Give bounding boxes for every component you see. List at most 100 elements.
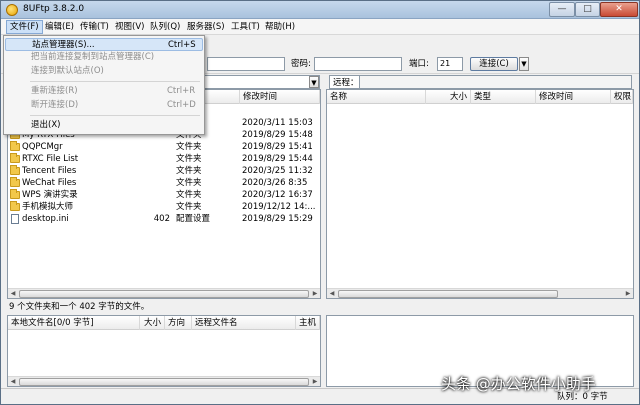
column-header-modified[interactable]: 修改时间 [536,90,611,104]
column-header-direction[interactable]: 方向 [165,316,192,330]
file-menu-dropdown: 站点管理器(S)... Ctrl+S 把当前连接复制到站点管理器(C) 连接到默… [3,35,205,135]
column-header-remote-filename[interactable]: 远程文件名 [192,316,296,330]
scroll-thumb[interactable] [19,378,309,386]
menu-transfer[interactable]: 传输(T) [77,21,112,33]
remote-horizontal-scrollbar[interactable]: ◀ ▶ [327,288,633,298]
menu-help[interactable]: 帮助(H) [262,21,298,33]
column-header-size[interactable]: 大小 [426,90,471,104]
file-type: 文件夹 [176,178,202,188]
file-modified: 2019/8/29 15:48 [242,130,313,140]
menu-item-label: 把当前连接复制到站点管理器(C) [31,52,155,62]
menu-item-shortcut: Ctrl+R [167,86,196,96]
remote-path-combo[interactable] [359,75,632,89]
app-window: 8UFtp 3.8.2.0 — □ ✕ 文件(F) 编辑(E) 传输(T) 视图… [0,0,640,405]
remote-path-label: 远程： [329,75,363,89]
file-icon [11,214,19,224]
menu-item-site-manager[interactable]: 站点管理器(S)... Ctrl+S [5,38,203,51]
queue-list[interactable]: 本地文件名[0/0 字节] 大小 方向 远程文件名 主机 ◀ ▶ [7,315,321,387]
close-button[interactable]: ✕ [600,2,638,17]
file-modified: 2020/3/25 11:32 [242,166,313,176]
folder-icon [10,141,20,151]
file-type: 文件夹 [176,154,202,164]
menu-item-connect-default[interactable]: 连接到默认站点(O) [5,65,203,78]
menu-item-disconnect[interactable]: 断开连接(D) Ctrl+D [5,99,203,112]
file-row[interactable]: QQPCMgr 文件夹 2019/8/29 15:41 [8,141,320,153]
password-label: 密码: [291,59,311,69]
folder-icon [10,201,20,211]
connect-button[interactable]: 连接(C) [470,57,518,71]
file-modified: 2020/3/26 8:35 [242,178,308,188]
port-label: 端口: [409,59,429,69]
folder-icon [10,153,20,163]
file-type: 文件夹 [176,190,202,200]
menu-bar: 文件(F) 编辑(E) 传输(T) 视图(V) 队列(Q) 服务器(S) 工具(… [1,19,639,35]
minimize-button[interactable]: — [549,2,575,17]
file-modified: 2019/12/12 14:... [242,202,316,212]
menu-separator [30,115,200,116]
title-bar: 8UFtp 3.8.2.0 — □ ✕ [1,1,639,19]
scroll-right-icon[interactable]: ▶ [310,289,320,298]
column-header-modified[interactable]: 修改时间 [240,90,320,104]
file-row[interactable]: Tencent Files 文件夹 2020/3/25 11:32 [8,165,320,177]
scroll-left-icon[interactable]: ◀ [8,289,18,298]
remote-file-list[interactable]: 名称 大小 类型 修改时间 权限 ◀ ▶ [326,89,634,299]
scroll-right-icon[interactable]: ▶ [623,289,633,298]
scroll-thumb[interactable] [19,290,309,298]
menu-queue[interactable]: 队列(Q) [147,21,183,33]
menu-item-label: 连接到默认站点(O) [31,66,104,76]
local-horizontal-scrollbar[interactable]: ◀ ▶ [8,288,320,298]
file-row[interactable]: 手机模拟大师 文件夹 2019/12/12 14:... [8,201,320,213]
menu-item-shortcut: Ctrl+D [167,100,196,110]
file-modified: 2019/8/29 15:41 [242,142,313,152]
folder-icon [10,165,20,175]
menu-file[interactable]: 文件(F) [6,20,43,34]
file-row[interactable]: desktop.ini 402 配置设置 2019/8/29 15:29 [8,213,320,225]
scroll-thumb[interactable] [338,290,558,298]
scroll-left-icon[interactable]: ◀ [8,377,18,386]
menu-item-copy-connection[interactable]: 把当前连接复制到站点管理器(C) [5,51,203,64]
file-name: WPS 演讲实录 [22,190,78,200]
column-header-local-filename[interactable]: 本地文件名[0/0 字节] [8,316,140,330]
menu-item-exit[interactable]: 退出(X) [5,119,203,132]
file-name: WeChat Files [22,178,77,188]
queue-list-header: 本地文件名[0/0 字节] 大小 方向 远程文件名 主机 [8,316,320,330]
password-field[interactable] [314,57,402,71]
file-name: Tencent Files [22,166,77,176]
app-logo-icon [6,4,18,16]
maximize-button[interactable]: □ [575,2,600,17]
menu-server[interactable]: 服务器(S) [184,21,228,33]
column-header-type[interactable]: 类型 [471,90,536,104]
file-type: 文件夹 [176,166,202,176]
file-modified: 2019/8/29 15:29 [242,214,313,224]
file-modified: 2020/3/11 15:03 [242,118,313,128]
file-type: 配置设置 [176,214,211,224]
menu-item-reconnect[interactable]: 重新连接(R) Ctrl+R [5,85,203,98]
file-name: QQPCMgr [22,142,63,152]
file-row[interactable]: WPS 演讲实录 文件夹 2020/3/12 16:37 [8,189,320,201]
column-header-name[interactable]: 名称 [327,90,426,104]
window-title: 8UFtp 3.8.2.0 [23,4,85,14]
local-path-dropdown-icon[interactable]: ▼ [309,76,319,88]
column-header-size[interactable]: 大小 [140,316,165,330]
file-row[interactable]: RTXC File List 文件夹 2019/8/29 15:44 [8,153,320,165]
file-row[interactable]: WeChat Files 文件夹 2020/3/26 8:35 [8,177,320,189]
menu-item-label: 重新连接(R) [31,86,78,96]
file-name: 手机模拟大师 [22,202,74,212]
port-field[interactable]: 21 [437,57,463,71]
connect-dropdown-button[interactable]: ▼ [519,57,529,71]
menu-tools[interactable]: 工具(T) [228,21,263,33]
remote-list-header: 名称 大小 类型 修改时间 权限 [327,90,633,104]
menu-item-label: 退出(X) [31,120,61,130]
queue-horizontal-scrollbar[interactable]: ◀ ▶ [8,376,320,386]
file-modified: 2019/8/29 15:44 [242,154,313,164]
column-header-permissions[interactable]: 权限 [611,90,633,104]
menu-view[interactable]: 视图(V) [112,21,147,33]
menu-edit[interactable]: 编辑(E) [42,21,77,33]
folder-icon [10,177,20,187]
column-header-host[interactable]: 主机 [296,316,320,330]
scroll-right-icon[interactable]: ▶ [310,377,320,386]
user-field[interactable] [207,57,285,71]
file-name: desktop.ini [22,214,69,224]
menu-separator [30,81,200,82]
scroll-left-icon[interactable]: ◀ [327,289,337,298]
